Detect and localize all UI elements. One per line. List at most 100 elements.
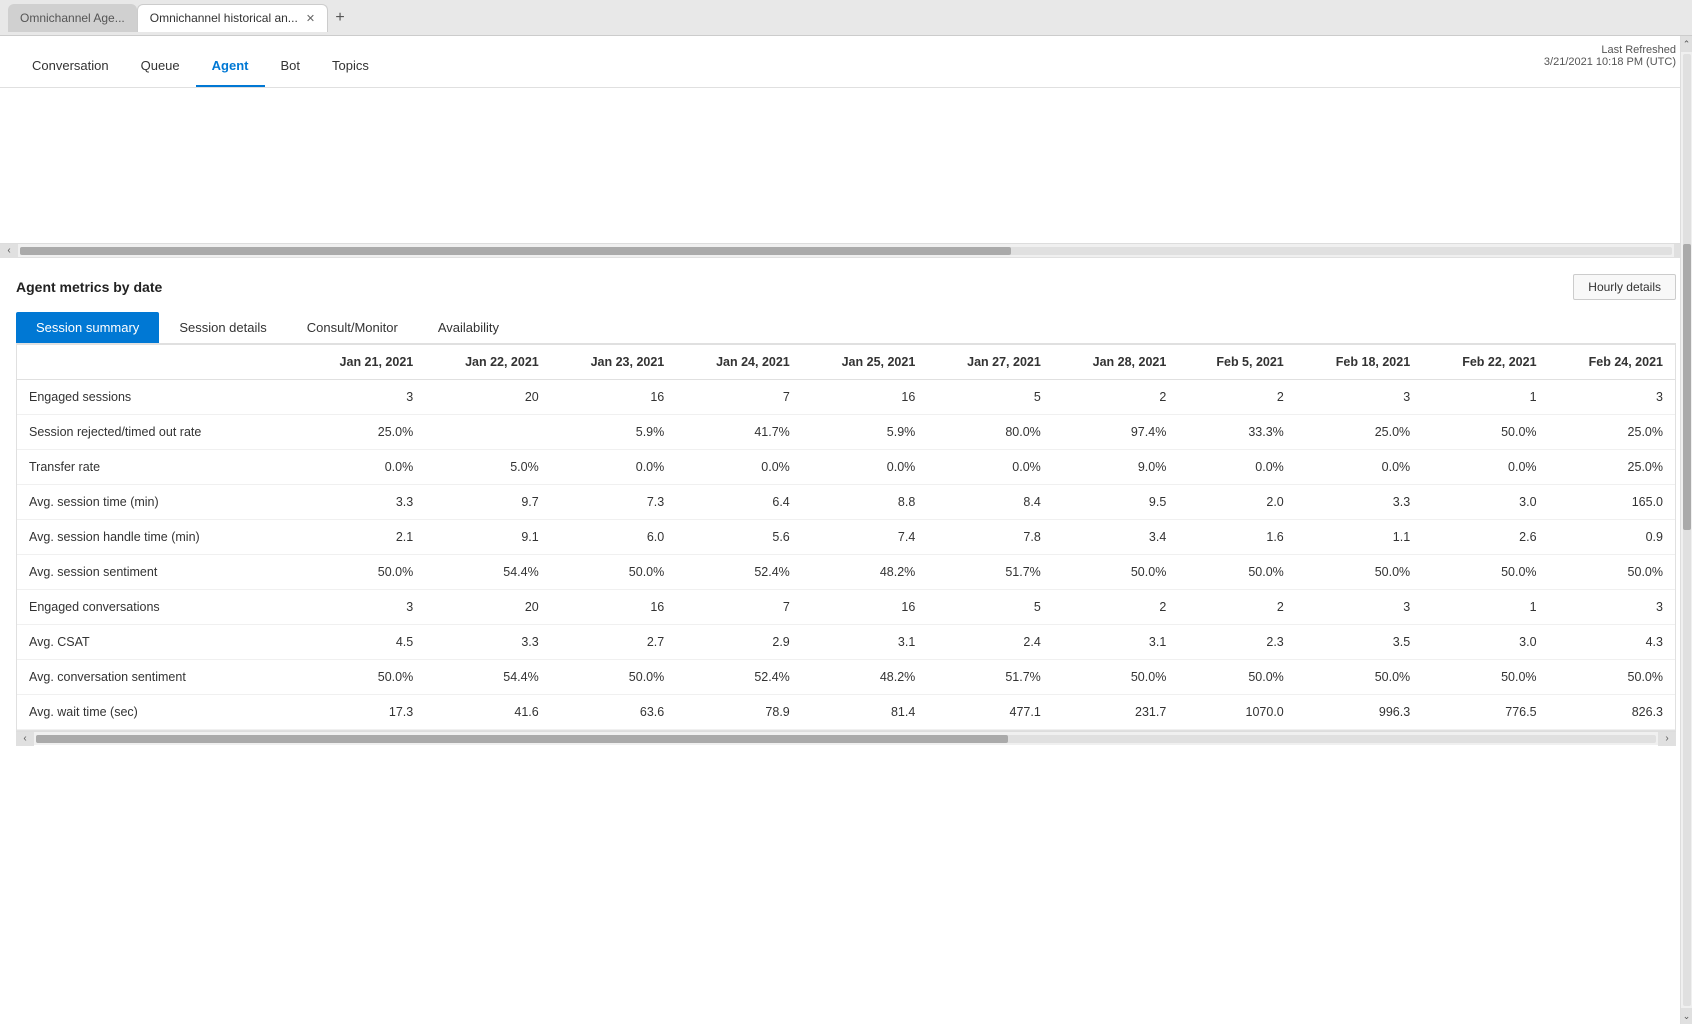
nav-item-topics[interactable]: Topics [316,44,385,87]
metric-value: 5.6 [676,520,802,555]
metric-value: 0.0% [802,450,928,485]
tab-availability[interactable]: Availability [418,312,519,343]
metric-value: 50.0% [1422,660,1548,695]
metric-value: 50.0% [300,660,426,695]
sub-tabs: Session summary Session details Consult/… [16,312,1676,344]
tab-consult-monitor[interactable]: Consult/Monitor [287,312,418,343]
metric-value: 2.1 [300,520,426,555]
table-row: Avg. CSAT4.53.32.72.93.12.43.12.33.53.04… [17,625,1675,660]
table-header-row: Jan 21, 2021 Jan 22, 2021 Jan 23, 2021 J… [17,345,1675,380]
metric-value: 1 [1422,590,1548,625]
metric-value: 48.2% [802,555,928,590]
metric-value: 17.3 [300,695,426,730]
metric-value: 50.0% [551,555,677,590]
scroll-up-arrow[interactable]: ⌃ [1681,36,1692,52]
metric-value: 63.6 [551,695,677,730]
table-row: Avg. session sentiment50.0%54.4%50.0%52.… [17,555,1675,590]
browser-tabs: Omnichannel Age... Omnichannel historica… [0,0,1692,36]
last-refreshed-label: Last Refreshed [1544,44,1676,56]
metric-value: 7.4 [802,520,928,555]
metric-value: 3.0 [1422,625,1548,660]
tab-session-details[interactable]: Session details [159,312,286,343]
tab-session-summary[interactable]: Session summary [16,312,159,343]
last-refreshed-value: 3/21/2021 10:18 PM (UTC) [1544,56,1676,68]
col-header-jan21: Jan 21, 2021 [300,345,426,380]
metric-value: 2 [1178,590,1295,625]
metric-value: 41.7% [676,415,802,450]
scroll-v-thumb [1683,244,1691,530]
metric-value: 50.0% [300,555,426,590]
metric-value: 7 [676,380,802,415]
metric-value: 50.0% [1178,660,1295,695]
metric-value: 2.7 [551,625,677,660]
metric-value: 2 [1178,380,1295,415]
metric-value: 4.3 [1549,625,1675,660]
browser-tab-active[interactable]: Omnichannel historical an... ✕ [137,4,328,32]
nav-item-bot[interactable]: Bot [265,44,317,87]
metric-value: 16 [551,590,677,625]
scroll-down-arrow[interactable]: ⌄ [1681,1008,1692,1024]
metric-value: 48.2% [802,660,928,695]
data-table-wrapper[interactable]: Jan 21, 2021 Jan 22, 2021 Jan 23, 2021 J… [16,344,1676,731]
scroll-thumb [20,247,1011,255]
table-scroll-track[interactable] [36,735,1656,743]
metric-value: 41.6 [425,695,551,730]
metric-value: 2.9 [676,625,802,660]
metric-value: 20 [425,380,551,415]
metric-value: 9.7 [425,485,551,520]
metric-value: 6.4 [676,485,802,520]
metric-value: 477.1 [927,695,1053,730]
metric-value: 5.0% [425,450,551,485]
last-refreshed: Last Refreshed 3/21/2021 10:18 PM (UTC) [1544,44,1676,68]
hourly-details-button[interactable]: Hourly details [1573,274,1676,300]
metric-value: 9.5 [1053,485,1179,520]
col-header-jan22: Jan 22, 2021 [425,345,551,380]
chart-horizontal-scrollbar[interactable]: ‹ › [0,243,1692,257]
scroll-left-arrow[interactable]: ‹ [0,244,18,258]
metric-label: Avg. session time (min) [17,485,300,520]
col-header-feb22: Feb 22, 2021 [1422,345,1548,380]
metric-value: 3 [1549,380,1675,415]
scroll-track[interactable] [20,247,1672,255]
metric-value: 7 [676,590,802,625]
metric-label: Avg. conversation sentiment [17,660,300,695]
section-title: Agent metrics by date [16,279,162,295]
col-header-jan25: Jan 25, 2021 [802,345,928,380]
metric-value: 3.3 [300,485,426,520]
metric-value: 80.0% [927,415,1053,450]
col-header-metric [17,345,300,380]
nav-item-agent[interactable]: Agent [196,44,265,87]
table-scroll-right-arrow[interactable]: › [1658,732,1676,746]
browser-tab-inactive-label: Omnichannel Age... [20,11,125,25]
metric-value: 7.3 [551,485,677,520]
metric-value: 2.6 [1422,520,1548,555]
metric-value: 6.0 [551,520,677,555]
metric-value: 3.3 [425,625,551,660]
metric-value: 2.3 [1178,625,1295,660]
close-icon[interactable]: ✕ [306,12,315,25]
page-vertical-scrollbar[interactable]: ⌃ ⌄ [1680,36,1692,1024]
metric-value: 50.0% [1053,555,1179,590]
metric-value: 5.9% [551,415,677,450]
add-tab-button[interactable]: + [328,6,352,30]
metric-value: 25.0% [1296,415,1422,450]
metric-value [425,415,551,450]
nav-item-queue[interactable]: Queue [125,44,196,87]
metric-value: 54.4% [425,660,551,695]
scroll-v-track[interactable] [1683,54,1691,1006]
table-horizontal-scrollbar[interactable]: ‹ › [16,731,1676,745]
metric-value: 4.5 [300,625,426,660]
metric-value: 8.8 [802,485,928,520]
col-header-jan23: Jan 23, 2021 [551,345,677,380]
metric-value: 97.4% [1053,415,1179,450]
table-scroll-left-arrow[interactable]: ‹ [16,732,34,746]
col-header-feb5: Feb 5, 2021 [1178,345,1295,380]
metric-value: 0.0% [551,450,677,485]
browser-tab-inactive[interactable]: Omnichannel Age... [8,4,137,32]
metric-value: 51.7% [927,660,1053,695]
metric-label: Avg. session handle time (min) [17,520,300,555]
metric-value: 3.0 [1422,485,1548,520]
metric-value: 0.0% [676,450,802,485]
nav-item-conversation[interactable]: Conversation [16,44,125,87]
metric-value: 25.0% [300,415,426,450]
